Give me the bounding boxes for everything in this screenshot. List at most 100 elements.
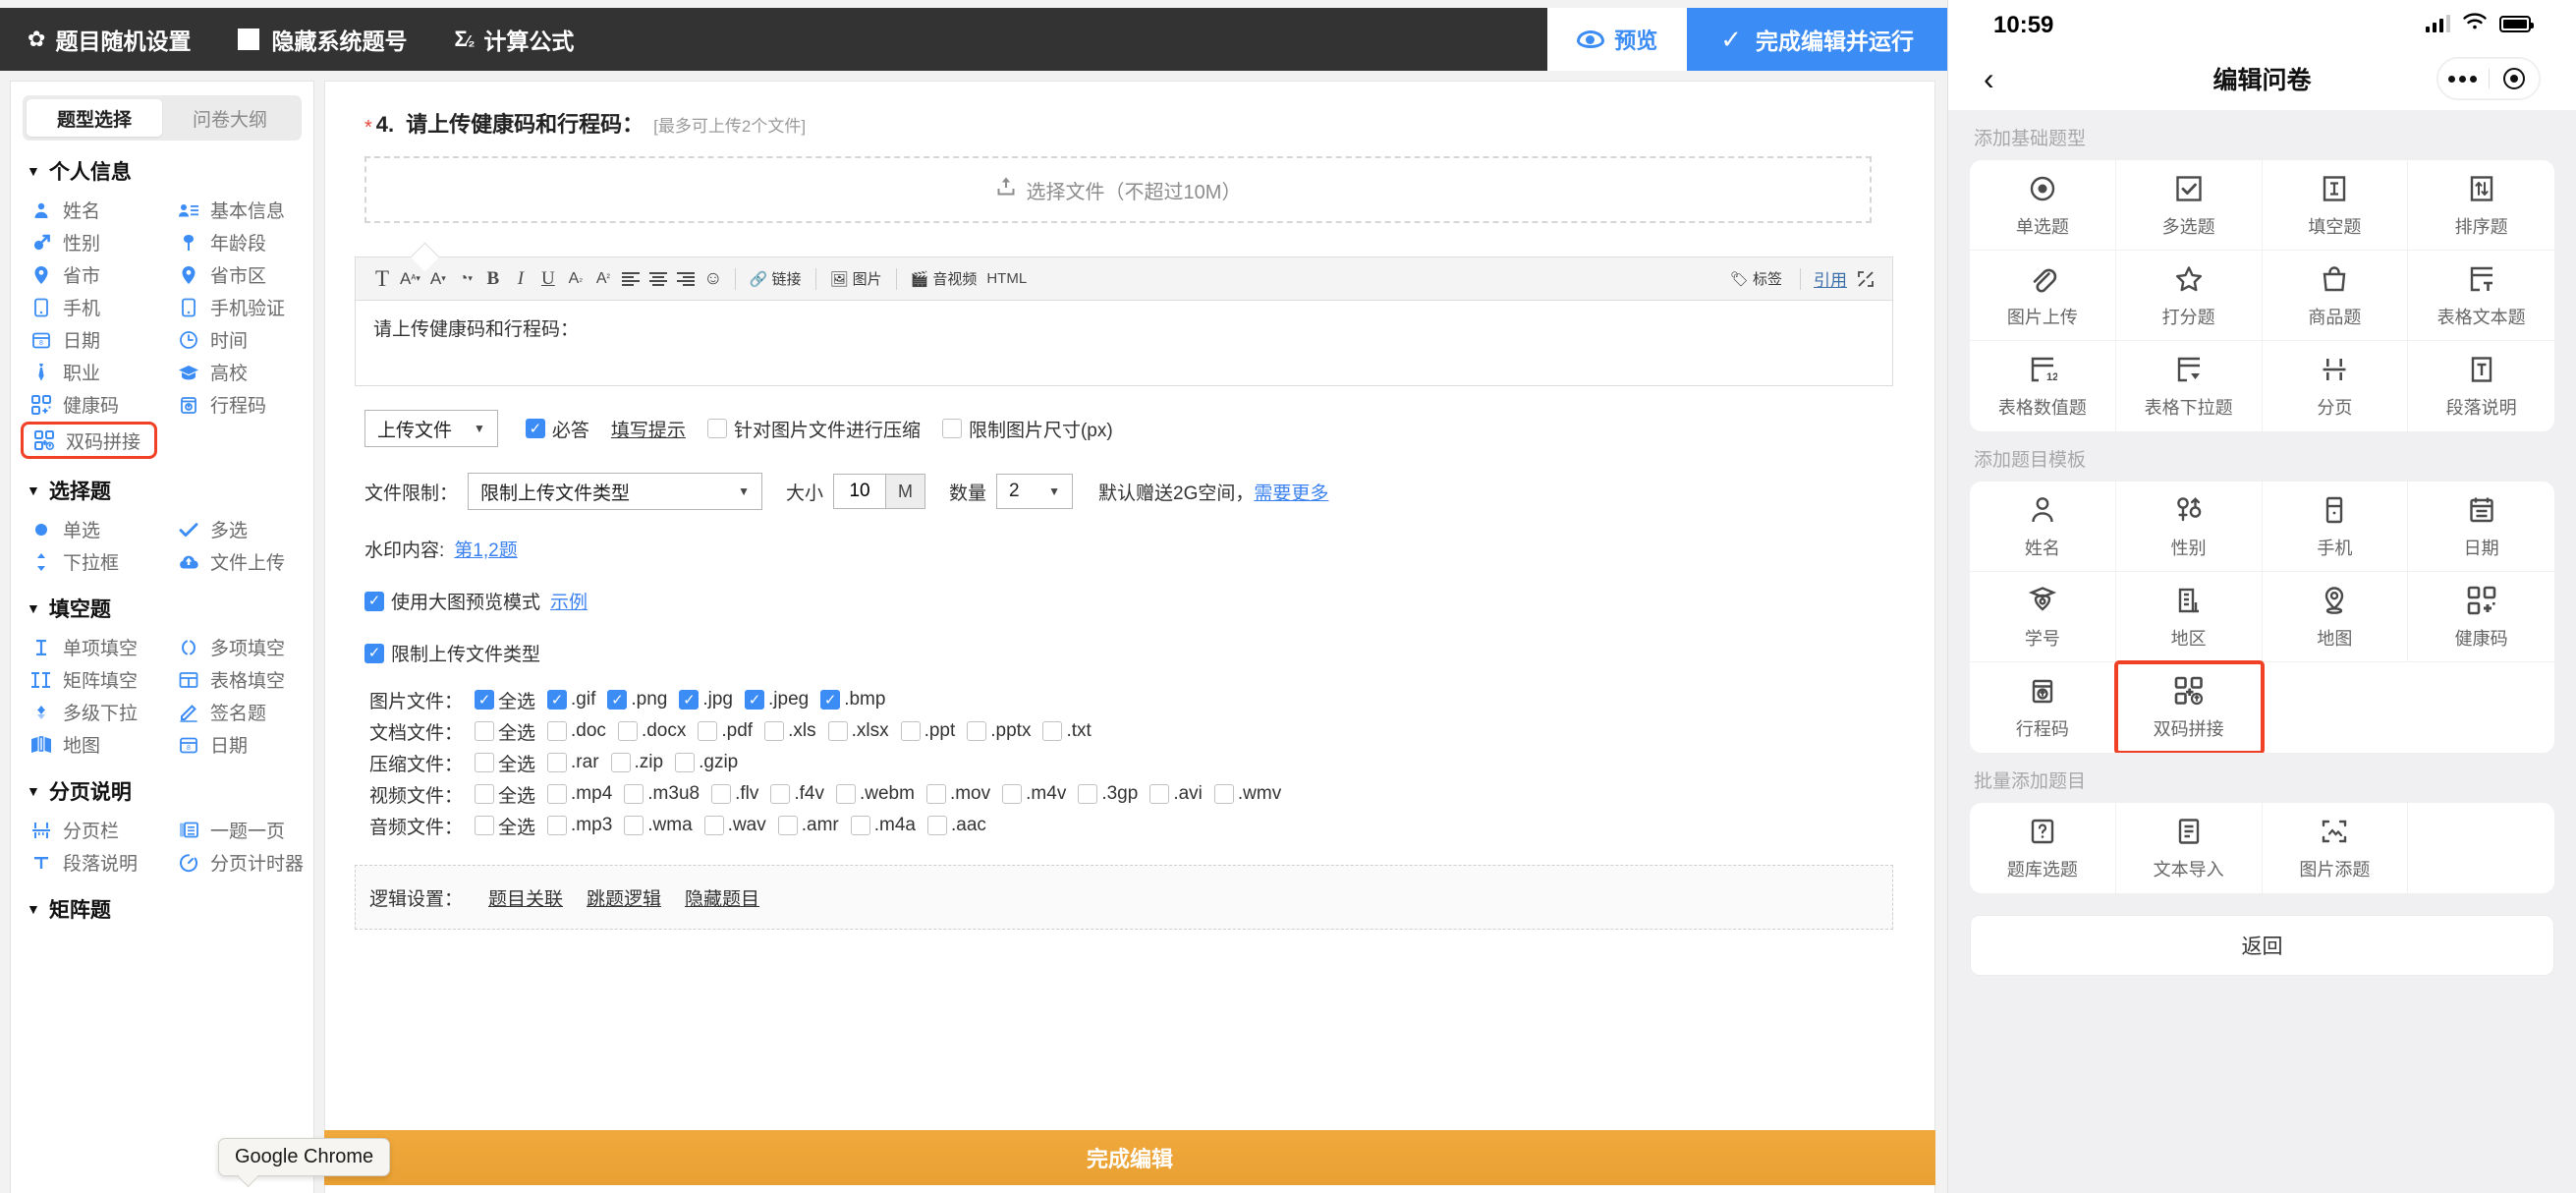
sidebar-group-choice[interactable]: ▼ 选择题 bbox=[11, 460, 313, 513]
tab-survey-outline[interactable]: 问卷大纲 bbox=[162, 99, 298, 137]
phone-type-cell[interactable]: 手机 bbox=[2262, 482, 2409, 572]
file-type-option[interactable]: .png bbox=[607, 689, 667, 710]
sidebar-item-map[interactable]: 地图 bbox=[15, 728, 162, 761]
restrict-types-checkbox[interactable]: 限制上传文件类型 bbox=[364, 640, 540, 666]
sidebar-item-age-range[interactable]: 年龄段 bbox=[162, 226, 309, 258]
italic-icon[interactable]: I bbox=[508, 264, 533, 294]
file-type-select-all[interactable]: 全选 bbox=[475, 813, 535, 839]
align-left-icon[interactable] bbox=[618, 264, 644, 294]
file-type-option[interactable]: .aac bbox=[927, 815, 986, 836]
phone-type-cell[interactable]: 排序题 bbox=[2408, 160, 2554, 251]
phone-type-cell[interactable]: 行程码 bbox=[1970, 662, 2116, 753]
insert-link-button[interactable]: 🔗 链接 bbox=[745, 268, 807, 289]
align-right-icon[interactable] bbox=[673, 264, 699, 294]
size-input[interactable] bbox=[834, 480, 886, 503]
file-type-select-all[interactable]: 全选 bbox=[475, 750, 535, 776]
sidebar-item-province-city[interactable]: 省市 bbox=[15, 258, 162, 291]
file-type-option[interactable]: .pptx bbox=[967, 720, 1031, 742]
file-type-option[interactable]: .rar bbox=[547, 752, 599, 773]
phone-type-cell[interactable]: 地区 bbox=[2115, 572, 2263, 662]
sidebar-group-fill-blank[interactable]: ▼ 填空题 bbox=[11, 578, 313, 631]
big-preview-checkbox[interactable]: 使用大图预览模式 bbox=[364, 588, 540, 614]
formula-button[interactable]: Σ∕₂ 计算公式 bbox=[454, 23, 574, 56]
file-type-option[interactable]: .m3u8 bbox=[624, 783, 700, 805]
required-checkbox[interactable]: 必答 bbox=[525, 416, 589, 442]
compress-image-checkbox[interactable]: 针对图片文件进行压缩 bbox=[706, 416, 921, 442]
sidebar-item-time[interactable]: 时间 bbox=[162, 323, 309, 356]
phone-type-cell[interactable]: 商品题 bbox=[2262, 251, 2409, 341]
phone-type-cell[interactable]: 题库选题 bbox=[1970, 803, 2116, 893]
phone-type-cell[interactable]: 文本导入 bbox=[2116, 803, 2263, 893]
file-type-select-all[interactable]: 全选 bbox=[475, 781, 535, 808]
watermark-link[interactable]: 第1,2题 bbox=[454, 536, 517, 562]
more-icon[interactable] bbox=[2437, 75, 2489, 83]
finish-edit-button[interactable]: 完成编辑 bbox=[324, 1130, 1935, 1185]
sidebar-item-paragraph[interactable]: 段落说明 bbox=[15, 846, 162, 879]
sidebar-item-cascading-dropdown[interactable]: 多级下拉 bbox=[15, 696, 162, 728]
file-type-option[interactable]: .webm bbox=[835, 783, 915, 805]
file-type-option[interactable]: .3gp bbox=[1078, 783, 1138, 805]
sidebar-item-signature[interactable]: 签名题 bbox=[162, 696, 309, 728]
sidebar-item-multi-choice[interactable]: 多选 bbox=[162, 513, 309, 545]
phone-type-cell[interactable]: 地图 bbox=[2262, 572, 2409, 662]
quote-link[interactable]: 引用 bbox=[1814, 266, 1847, 291]
emoji-icon[interactable]: ☺ bbox=[700, 264, 726, 294]
file-type-option[interactable]: .gzip bbox=[675, 752, 738, 773]
sidebar-item-health-code[interactable]: 健康码 bbox=[15, 388, 162, 421]
phone-type-cell[interactable]: 单选题 bbox=[1970, 160, 2116, 251]
file-type-option[interactable]: .avi bbox=[1149, 783, 1203, 805]
file-dropzone[interactable]: 选择文件（不超过10M） bbox=[364, 156, 1872, 223]
file-type-option[interactable]: .mp4 bbox=[547, 783, 612, 805]
sidebar-item-page-timer[interactable]: 分页计时器 bbox=[162, 846, 309, 879]
sidebar-item-travel-code[interactable]: 行程码 bbox=[162, 388, 309, 421]
phone-type-cell[interactable]: 日期 bbox=[2408, 482, 2554, 572]
file-type-option[interactable]: .xlsx bbox=[827, 720, 889, 742]
sidebar-item-occupation[interactable]: 职业 bbox=[15, 356, 162, 388]
bold-icon[interactable]: B bbox=[480, 264, 506, 294]
file-type-option[interactable]: .docx bbox=[617, 720, 686, 742]
big-preview-example-link[interactable]: 示例 bbox=[550, 588, 588, 614]
sidebar-item-name[interactable]: 姓名 bbox=[15, 194, 162, 226]
phone-type-cell[interactable]: 打分题 bbox=[2115, 251, 2263, 341]
font-color-icon[interactable]: A ▾ bbox=[425, 264, 451, 294]
sidebar-item-date-blank[interactable]: 8 日期 bbox=[162, 728, 309, 761]
sidebar-item-single-blank[interactable]: 单项填空 bbox=[15, 631, 162, 663]
phone-type-cell[interactable]: 表格下拉题 bbox=[2116, 341, 2263, 431]
logic-link-skip[interactable]: 跳题逻辑 bbox=[587, 884, 661, 911]
highlight-color-icon[interactable]: ◔ ▾ bbox=[453, 264, 478, 294]
phone-back-button[interactable]: 返回 bbox=[1970, 915, 2554, 976]
sidebar-item-table-blank[interactable]: 表格填空 bbox=[162, 663, 309, 696]
superscript-icon[interactable]: A² bbox=[590, 264, 616, 294]
logic-link-relation[interactable]: 题目关联 bbox=[488, 884, 563, 911]
sidebar-item-matrix-blank[interactable]: 矩阵填空 bbox=[15, 663, 162, 696]
phone-type-cell[interactable]: 健康码 bbox=[2408, 572, 2554, 662]
sidebar-item-single-choice[interactable]: 单选 bbox=[15, 513, 162, 545]
close-target-icon[interactable] bbox=[2490, 68, 2541, 89]
sidebar-item-file-upload[interactable]: 文件上传 bbox=[162, 545, 309, 578]
count-select[interactable]: 2 ▼ bbox=[996, 474, 1074, 509]
underline-icon[interactable]: U bbox=[535, 264, 561, 294]
sidebar-item-basic-info[interactable]: 基本信息 bbox=[162, 194, 309, 226]
align-center-icon[interactable] bbox=[645, 264, 671, 294]
sidebar-item-dropdown[interactable]: 下拉框 bbox=[15, 545, 162, 578]
phone-type-cell[interactable]: 段落说明 bbox=[2408, 341, 2554, 431]
file-type-option[interactable]: .wav bbox=[703, 815, 766, 836]
sidebar-item-phone-verify[interactable]: 手机验证 bbox=[162, 291, 309, 323]
file-type-option[interactable]: .flv bbox=[711, 783, 758, 805]
phone-type-cell[interactable]: 学号 bbox=[1970, 572, 2116, 662]
file-type-option[interactable]: .pdf bbox=[698, 720, 753, 742]
sidebar-item-page-break[interactable]: 分页栏 bbox=[15, 814, 162, 846]
sidebar-item-gender[interactable]: 性别 bbox=[15, 226, 162, 258]
file-type-select-all[interactable]: 全选 bbox=[475, 718, 535, 745]
question-type-select[interactable]: 上传文件 ▼ bbox=[364, 410, 498, 447]
hide-number-toggle[interactable]: 隐藏系统题号 bbox=[238, 23, 407, 56]
file-type-option[interactable]: .m4v bbox=[1002, 783, 1066, 805]
html-source-button[interactable]: HTML bbox=[983, 264, 1030, 294]
fill-hint-link[interactable]: 填写提示 bbox=[611, 416, 686, 442]
file-type-option[interactable]: .f4v bbox=[770, 783, 824, 805]
sidebar-group-pagination[interactable]: ▼ 分页说明 bbox=[11, 761, 313, 814]
tab-question-types[interactable]: 题型选择 bbox=[27, 99, 162, 137]
sidebar-item-phone[interactable]: 手机 bbox=[15, 291, 162, 323]
sidebar-group-personal-info[interactable]: ▼ 个人信息 bbox=[11, 141, 313, 194]
phone-type-cell[interactable]: 分页 bbox=[2263, 341, 2409, 431]
